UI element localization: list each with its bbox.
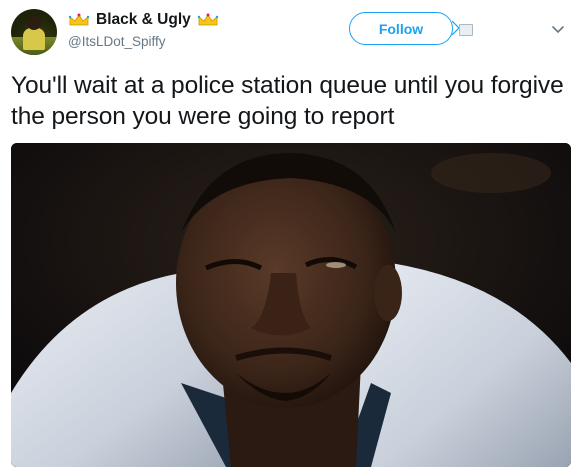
- crown-icon: [197, 13, 218, 26]
- tweet-text: You'll wait at a police station queue un…: [11, 72, 564, 130]
- tweet-media-photo[interactable]: [11, 143, 571, 467]
- follow-button[interactable]: Follow: [349, 12, 453, 45]
- avatar-figure-body: [23, 28, 45, 50]
- photo-icon: [11, 143, 571, 467]
- crown-icon: [68, 13, 90, 26]
- user-name-row[interactable]: Black & Ugly: [68, 11, 219, 29]
- avatar-figure-head: [27, 16, 41, 30]
- tweet-card: Black & Ugly @ItsLDot_Spiffy Follow You'…: [0, 0, 585, 474]
- user-handle[interactable]: @ItsLDot_Spiffy: [68, 34, 166, 49]
- photo-card-icon: [459, 24, 473, 36]
- chevron-down-icon[interactable]: [552, 26, 564, 34]
- display-name[interactable]: Black & Ugly: [96, 11, 191, 29]
- user-avatar[interactable]: [11, 9, 57, 55]
